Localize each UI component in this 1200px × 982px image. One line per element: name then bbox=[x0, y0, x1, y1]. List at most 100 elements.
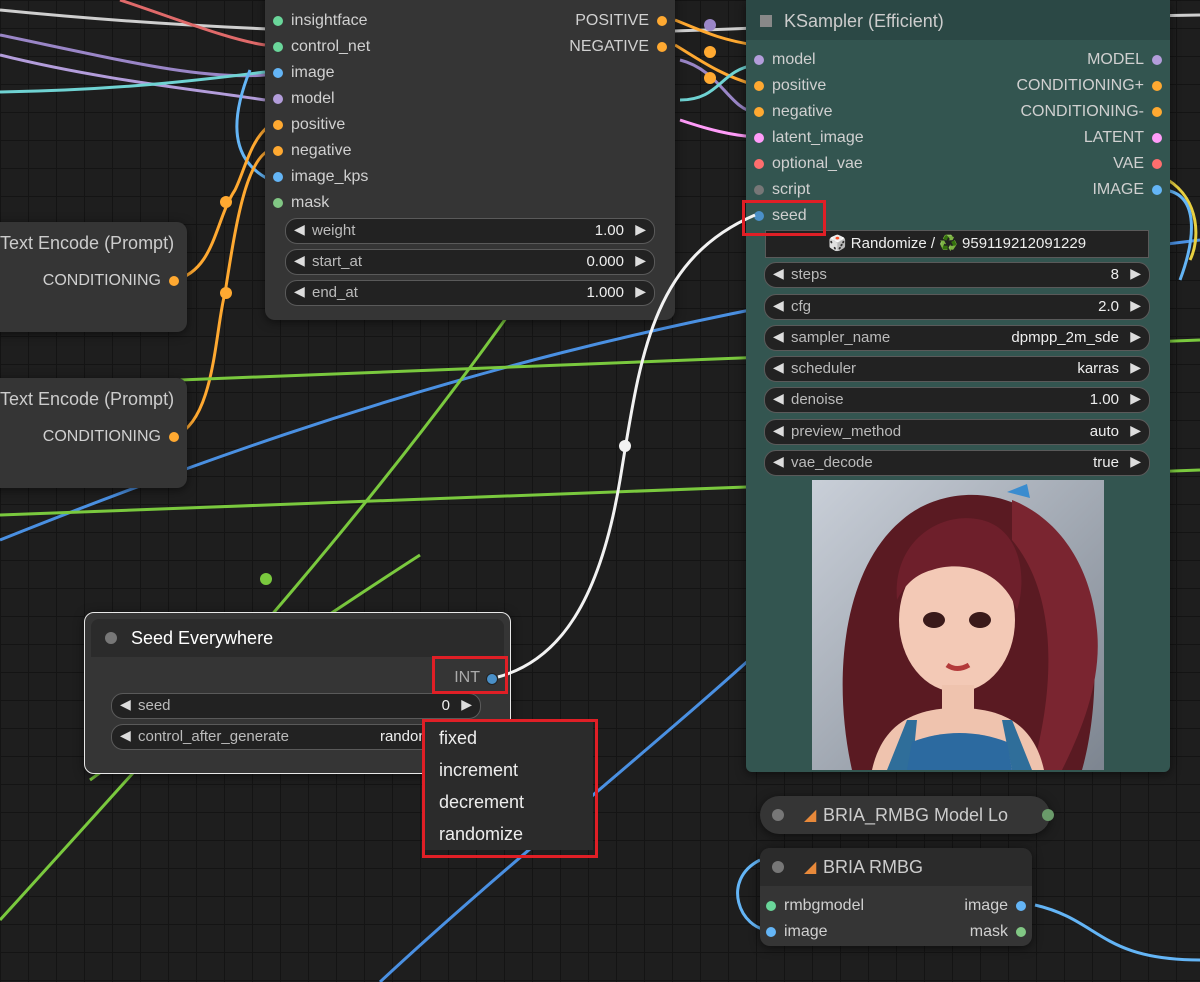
input-rmbgmodel[interactable]: rmbgmodel bbox=[766, 895, 864, 917]
output-model[interactable]: MODEL bbox=[1087, 49, 1162, 71]
weight-widget[interactable]: ◀ weight 1.00 ▶ bbox=[285, 218, 655, 244]
increment-arrow-icon[interactable]: ▶ bbox=[635, 221, 646, 238]
slot-label: latent_image bbox=[772, 129, 864, 146]
output-conditioning-plus[interactable]: CONDITIONING+ bbox=[1016, 75, 1162, 97]
input-mask[interactable]: mask bbox=[273, 192, 329, 214]
slot-label: image bbox=[291, 64, 335, 81]
menu-item-decrement[interactable]: decrement bbox=[425, 786, 593, 818]
decrement-arrow-icon[interactable]: ◀ bbox=[120, 727, 131, 744]
decrement-arrow-icon[interactable]: ◀ bbox=[120, 696, 131, 713]
control-after-generate-dropdown[interactable]: fixed increment decrement randomize bbox=[425, 722, 593, 850]
decrement-arrow-icon[interactable]: ◀ bbox=[773, 297, 784, 314]
decrement-arrow-icon[interactable]: ◀ bbox=[294, 252, 305, 269]
collapse-dot-icon[interactable] bbox=[772, 861, 784, 873]
increment-arrow-icon[interactable]: ▶ bbox=[461, 696, 472, 713]
widget-value: dpmpp_2m_sde bbox=[1011, 329, 1119, 346]
output-latent[interactable]: LATENT bbox=[1084, 127, 1162, 149]
decrement-arrow-icon[interactable]: ◀ bbox=[773, 265, 784, 282]
increment-arrow-icon[interactable]: ▶ bbox=[1130, 297, 1141, 314]
decrement-arrow-icon[interactable]: ◀ bbox=[773, 422, 784, 439]
input-latent-image[interactable]: latent_image bbox=[754, 127, 864, 149]
widget-label: seed bbox=[138, 697, 171, 714]
output-int[interactable]: INT bbox=[454, 667, 498, 689]
node-title-bar[interactable]: ◢ BRIA RMBG bbox=[760, 848, 1032, 886]
widget-value: 2.0 bbox=[1098, 298, 1119, 315]
node-title-bar[interactable]: KSampler (Efficient) bbox=[746, 0, 1170, 40]
input-seed[interactable]: seed bbox=[754, 205, 807, 227]
decrement-arrow-icon[interactable]: ◀ bbox=[773, 328, 784, 345]
input-script[interactable]: script bbox=[754, 179, 810, 201]
increment-arrow-icon[interactable]: ▶ bbox=[1130, 328, 1141, 345]
apply-instantid-node[interactable]: insightface control_net image model posi… bbox=[265, 0, 675, 320]
increment-arrow-icon[interactable]: ▶ bbox=[635, 283, 646, 300]
sampler-name-widget[interactable]: ◀ sampler_name dpmpp_2m_sde ▶ bbox=[764, 325, 1150, 351]
output-negative[interactable]: NEGATIVE bbox=[569, 36, 667, 58]
collapse-dot-icon[interactable] bbox=[772, 809, 784, 821]
decrement-arrow-icon[interactable]: ◀ bbox=[294, 221, 305, 238]
bria-rmbg-node[interactable]: ◢ BRIA RMBG rmbgmodel image image mask bbox=[760, 848, 1032, 946]
cfg-widget[interactable]: ◀ cfg 2.0 ▶ bbox=[764, 294, 1150, 320]
increment-arrow-icon[interactable]: ▶ bbox=[1130, 390, 1141, 407]
ksampler-node[interactable]: KSampler (Efficient) model positive nega… bbox=[746, 0, 1170, 772]
output-vae[interactable]: VAE bbox=[1113, 153, 1162, 175]
vae-decode-widget[interactable]: ◀ vae_decode true ▶ bbox=[764, 450, 1150, 476]
increment-arrow-icon[interactable]: ▶ bbox=[1130, 359, 1141, 376]
output-positive[interactable]: POSITIVE bbox=[575, 10, 667, 32]
bria-model-loader-node[interactable]: ◢ BRIA_RMBG Model Lo bbox=[760, 796, 1054, 834]
output-mask[interactable]: mask bbox=[970, 921, 1026, 943]
node-title-bar[interactable]: Seed Everywhere bbox=[91, 619, 504, 657]
decrement-arrow-icon[interactable]: ◀ bbox=[773, 359, 784, 376]
text-encode-node-2[interactable]: Text Encode (Prompt) CONDITIONING bbox=[0, 378, 187, 488]
end-at-widget[interactable]: ◀ end_at 1.000 ▶ bbox=[285, 280, 655, 306]
slot-label: model bbox=[291, 90, 335, 107]
decrement-arrow-icon[interactable]: ◀ bbox=[773, 453, 784, 470]
input-image-kps[interactable]: image_kps bbox=[273, 166, 368, 188]
preview-method-widget[interactable]: ◀ preview_method auto ▶ bbox=[764, 419, 1150, 445]
output-dot-icon[interactable] bbox=[1042, 809, 1054, 821]
steps-widget[interactable]: ◀ steps 8 ▶ bbox=[764, 262, 1150, 288]
input-negative[interactable]: negative bbox=[754, 101, 833, 123]
start-at-widget[interactable]: ◀ start_at 0.000 ▶ bbox=[285, 249, 655, 275]
input-model[interactable]: model bbox=[273, 88, 335, 110]
slot-label: insightface bbox=[291, 12, 368, 29]
widget-label: cfg bbox=[791, 298, 812, 315]
input-negative[interactable]: negative bbox=[273, 140, 352, 162]
scheduler-widget[interactable]: ◀ scheduler karras ▶ bbox=[764, 356, 1150, 382]
input-optional-vae[interactable]: optional_vae bbox=[754, 153, 863, 175]
menu-item-randomize[interactable]: randomize bbox=[425, 818, 593, 850]
slot-label: optional_vae bbox=[772, 155, 863, 172]
widget-label: preview_method bbox=[791, 423, 902, 440]
input-insightface[interactable]: insightface bbox=[273, 10, 368, 32]
input-control-net[interactable]: control_net bbox=[273, 36, 370, 58]
slot-label: CONDITIONING+ bbox=[1016, 77, 1144, 94]
increment-arrow-icon[interactable]: ▶ bbox=[1130, 453, 1141, 470]
output-image[interactable]: image bbox=[964, 895, 1026, 917]
widget-value: karras bbox=[1077, 360, 1119, 377]
output-conditioning-minus[interactable]: CONDITIONING- bbox=[1020, 101, 1162, 123]
increment-arrow-icon[interactable]: ▶ bbox=[1130, 265, 1141, 282]
seed-widget[interactable]: ◀ seed 0 ▶ bbox=[111, 693, 481, 719]
increment-arrow-icon[interactable]: ▶ bbox=[635, 252, 646, 269]
input-model[interactable]: model bbox=[754, 49, 816, 71]
input-image[interactable]: image bbox=[766, 921, 828, 943]
widget-value: 0.000 bbox=[586, 253, 624, 270]
menu-item-increment[interactable]: increment bbox=[425, 754, 593, 786]
denoise-widget[interactable]: ◀ denoise 1.00 ▶ bbox=[764, 387, 1150, 413]
widget-value: 8 bbox=[1110, 266, 1119, 283]
collapse-square-icon[interactable] bbox=[760, 15, 772, 27]
collapse-dot-icon[interactable] bbox=[105, 632, 117, 644]
output-conditioning[interactable]: CONDITIONING bbox=[43, 270, 179, 292]
output-image[interactable]: IMAGE bbox=[1092, 179, 1162, 201]
decrement-arrow-icon[interactable]: ◀ bbox=[773, 390, 784, 407]
increment-arrow-icon[interactable]: ▶ bbox=[1130, 422, 1141, 439]
decrement-arrow-icon[interactable]: ◀ bbox=[294, 283, 305, 300]
input-positive[interactable]: positive bbox=[273, 114, 345, 136]
widget-label: steps bbox=[791, 266, 827, 283]
output-conditioning[interactable]: CONDITIONING bbox=[43, 426, 179, 448]
text-encode-node-1[interactable]: Text Encode (Prompt) CONDITIONING bbox=[0, 222, 187, 332]
menu-item-fixed[interactable]: fixed bbox=[425, 722, 593, 754]
input-positive[interactable]: positive bbox=[754, 75, 826, 97]
input-image[interactable]: image bbox=[273, 62, 335, 84]
slot-label: script bbox=[772, 181, 811, 198]
randomize-seed-button[interactable]: 🎲 Randomize / ♻️ 959119212091229 bbox=[765, 230, 1149, 258]
